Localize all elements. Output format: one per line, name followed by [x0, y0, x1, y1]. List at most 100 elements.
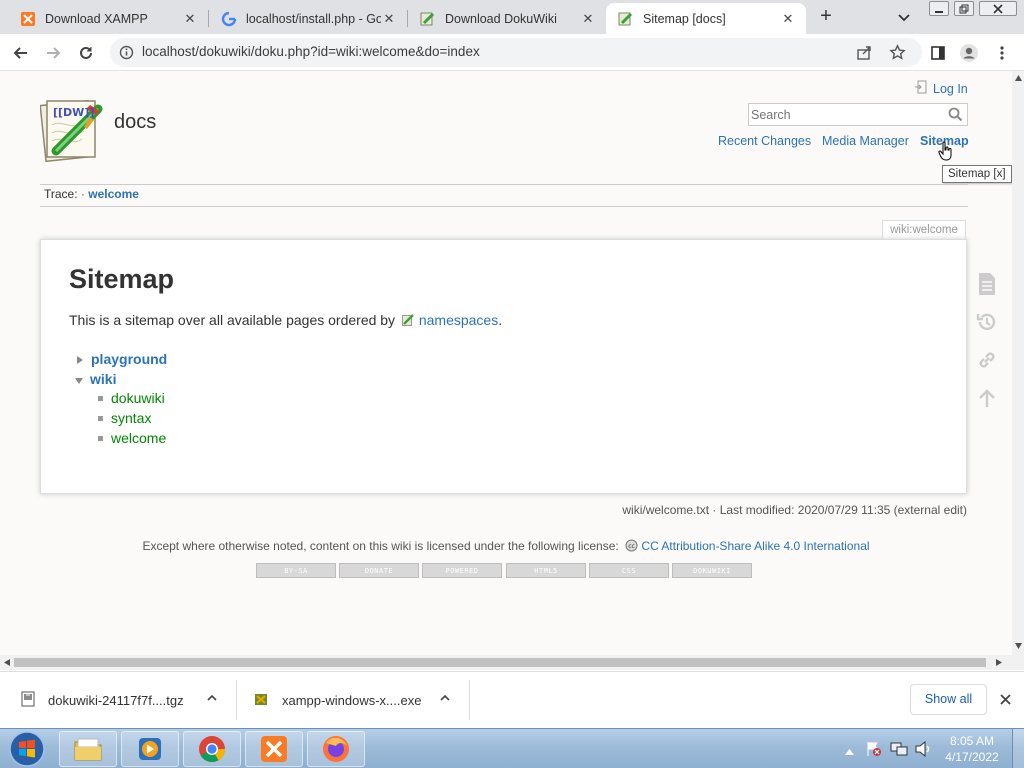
tab-download-dokuwiki[interactable]: Download DokuWiki ✕ [408, 3, 606, 34]
namespace-playground[interactable]: playground [91, 351, 167, 367]
media-manager-link[interactable]: Media Manager [822, 134, 909, 148]
tree-page-welcome[interactable]: welcome [98, 430, 166, 446]
download-divider [236, 680, 237, 720]
tree-page-dokuwiki[interactable]: dokuwiki [98, 390, 165, 406]
system-clock[interactable]: 8:05 AM 4/17/2022 [940, 733, 1004, 765]
intro-end: . [498, 312, 503, 328]
old-revisions-icon[interactable] [974, 309, 1000, 335]
show-desktop-button[interactable] [1012, 729, 1024, 768]
minimize-button[interactable] [929, 1, 949, 16]
dokuwiki-logo[interactable]: [[DW]] [39, 97, 106, 163]
folder-icon [74, 738, 102, 761]
badge-donate[interactable]: DONATE [339, 563, 419, 578]
volume-icon[interactable] [914, 740, 932, 760]
badge-cc-by-sa[interactable]: BY-SA [256, 563, 336, 578]
scroll-left-icon[interactable] [4, 659, 10, 666]
vertical-scrollbar[interactable] [1012, 71, 1024, 655]
namespace-wiki[interactable]: wiki [90, 371, 116, 387]
scroll-down-icon[interactable] [1015, 643, 1022, 649]
namespaces-link[interactable]: namespaces [419, 312, 498, 328]
badge-dokuwiki[interactable]: DOKUWIKI [672, 563, 752, 578]
download-item-dokuwiki[interactable]: dokuwiki-24117f7f....tgz [20, 672, 235, 728]
restore-button[interactable] [954, 1, 974, 16]
trace-separator: · [80, 187, 85, 201]
show-page-icon[interactable] [974, 271, 1000, 297]
badge-w3c-html5[interactable]: HTML5 [506, 563, 586, 578]
close-downloads-icon[interactable] [999, 693, 1012, 709]
bullet-icon [98, 395, 103, 401]
badge-label: DOKUWIKI [693, 566, 731, 575]
forward-button[interactable] [40, 40, 66, 66]
login-icon [914, 80, 928, 97]
trace-label: Trace: [44, 187, 78, 201]
expanded-arrow-icon [75, 372, 83, 387]
download-item-xampp[interactable]: xampp-windows-x....exe [253, 672, 468, 728]
side-panel-icon[interactable] [925, 40, 951, 66]
intro-text: This is a sitemap over all available pag… [69, 312, 396, 328]
wiki-search-box[interactable] [748, 103, 968, 126]
breadcrumb: Trace: · welcome [44, 187, 139, 201]
tab-localhost-install[interactable]: localhost/install.php - Go ✕ [209, 3, 407, 34]
wiki-search-input[interactable] [749, 104, 939, 125]
taskbar-firefox[interactable] [307, 731, 365, 767]
taskbar-explorer[interactable] [59, 731, 117, 767]
badge-label: CSS [621, 566, 637, 575]
tree-item-wiki[interactable]: wiki [75, 371, 116, 387]
network-icon[interactable] [890, 741, 908, 760]
license-text: Except where otherwise noted, content on… [142, 539, 619, 553]
scroll-right-icon[interactable] [996, 659, 1002, 666]
tab-search-icon[interactable] [896, 9, 912, 25]
badge-php-powered[interactable]: POWERED [422, 563, 502, 578]
tree-item-playground[interactable]: playground [77, 351, 167, 367]
chevron-up-icon[interactable] [439, 692, 451, 707]
backlinks-icon[interactable] [974, 347, 1000, 373]
taskbar-chrome[interactable] [183, 731, 241, 767]
action-center-flag-icon[interactable] [866, 741, 882, 760]
show-all-button[interactable]: Show all [910, 684, 987, 715]
wiki-page: [[DW]] docs Log In Recent Changes Media … [0, 71, 1012, 655]
page-link-welcome[interactable]: welcome [111, 430, 166, 446]
show-hidden-icons-arrow[interactable] [845, 743, 854, 758]
horizontal-scrollbar[interactable] [0, 655, 1024, 670]
horizontal-scroll-thumb[interactable] [14, 658, 986, 667]
tab-download-xampp[interactable]: Download XAMPP ✕ [8, 3, 208, 34]
chevron-up-icon[interactable] [206, 692, 218, 707]
profile-avatar-icon[interactable] [956, 40, 982, 66]
recent-changes-link[interactable]: Recent Changes [718, 134, 811, 148]
browser-menu-icon[interactable] [989, 40, 1015, 66]
close-tab-icon[interactable]: ✕ [780, 11, 796, 27]
badge-label: BY-SA [284, 566, 308, 575]
badge-label: POWERED [445, 566, 479, 575]
close-tab-icon[interactable]: ✕ [381, 11, 397, 27]
firefox-icon [323, 736, 349, 762]
collapsed-arrow-icon [77, 352, 83, 367]
site-info-icon[interactable] [119, 45, 134, 63]
close-window-button[interactable] [979, 1, 1017, 16]
bookmark-star-icon[interactable] [889, 44, 906, 64]
badge-w3c-css[interactable]: CSS [589, 563, 669, 578]
license-link[interactable]: CC Attribution-Share Alike 4.0 Internati… [641, 539, 869, 553]
tree-page-syntax[interactable]: syntax [98, 410, 151, 426]
trace-item-welcome[interactable]: welcome [88, 187, 139, 201]
back-to-top-icon[interactable] [974, 385, 1000, 411]
page-link-dokuwiki[interactable]: dokuwiki [111, 390, 165, 406]
close-tab-icon[interactable]: ✕ [182, 11, 198, 27]
search-icon[interactable] [948, 107, 963, 125]
taskbar-xampp[interactable] [245, 731, 303, 767]
chrome-icon [199, 736, 226, 763]
address-bar[interactable]: localhost/dokuwiki/doku.php?id=wiki:welc… [110, 38, 922, 67]
close-tab-icon[interactable]: ✕ [580, 11, 596, 27]
site-title[interactable]: docs [114, 111, 156, 134]
new-tab-button[interactable]: + [815, 6, 837, 28]
reload-button[interactable] [73, 40, 99, 66]
tab-sitemap-docs[interactable]: Sitemap [docs] ✕ [606, 3, 806, 34]
badge-label: DONATE [364, 566, 394, 575]
page-link-syntax[interactable]: syntax [111, 410, 151, 426]
taskbar-media-player[interactable] [121, 731, 179, 767]
start-button[interactable] [6, 729, 48, 768]
back-button[interactable] [8, 40, 34, 66]
scroll-up-icon[interactable] [1015, 75, 1022, 81]
share-icon[interactable] [856, 44, 873, 64]
login-link[interactable]: Log In [914, 80, 968, 97]
dokuwiki-icon [618, 11, 634, 27]
